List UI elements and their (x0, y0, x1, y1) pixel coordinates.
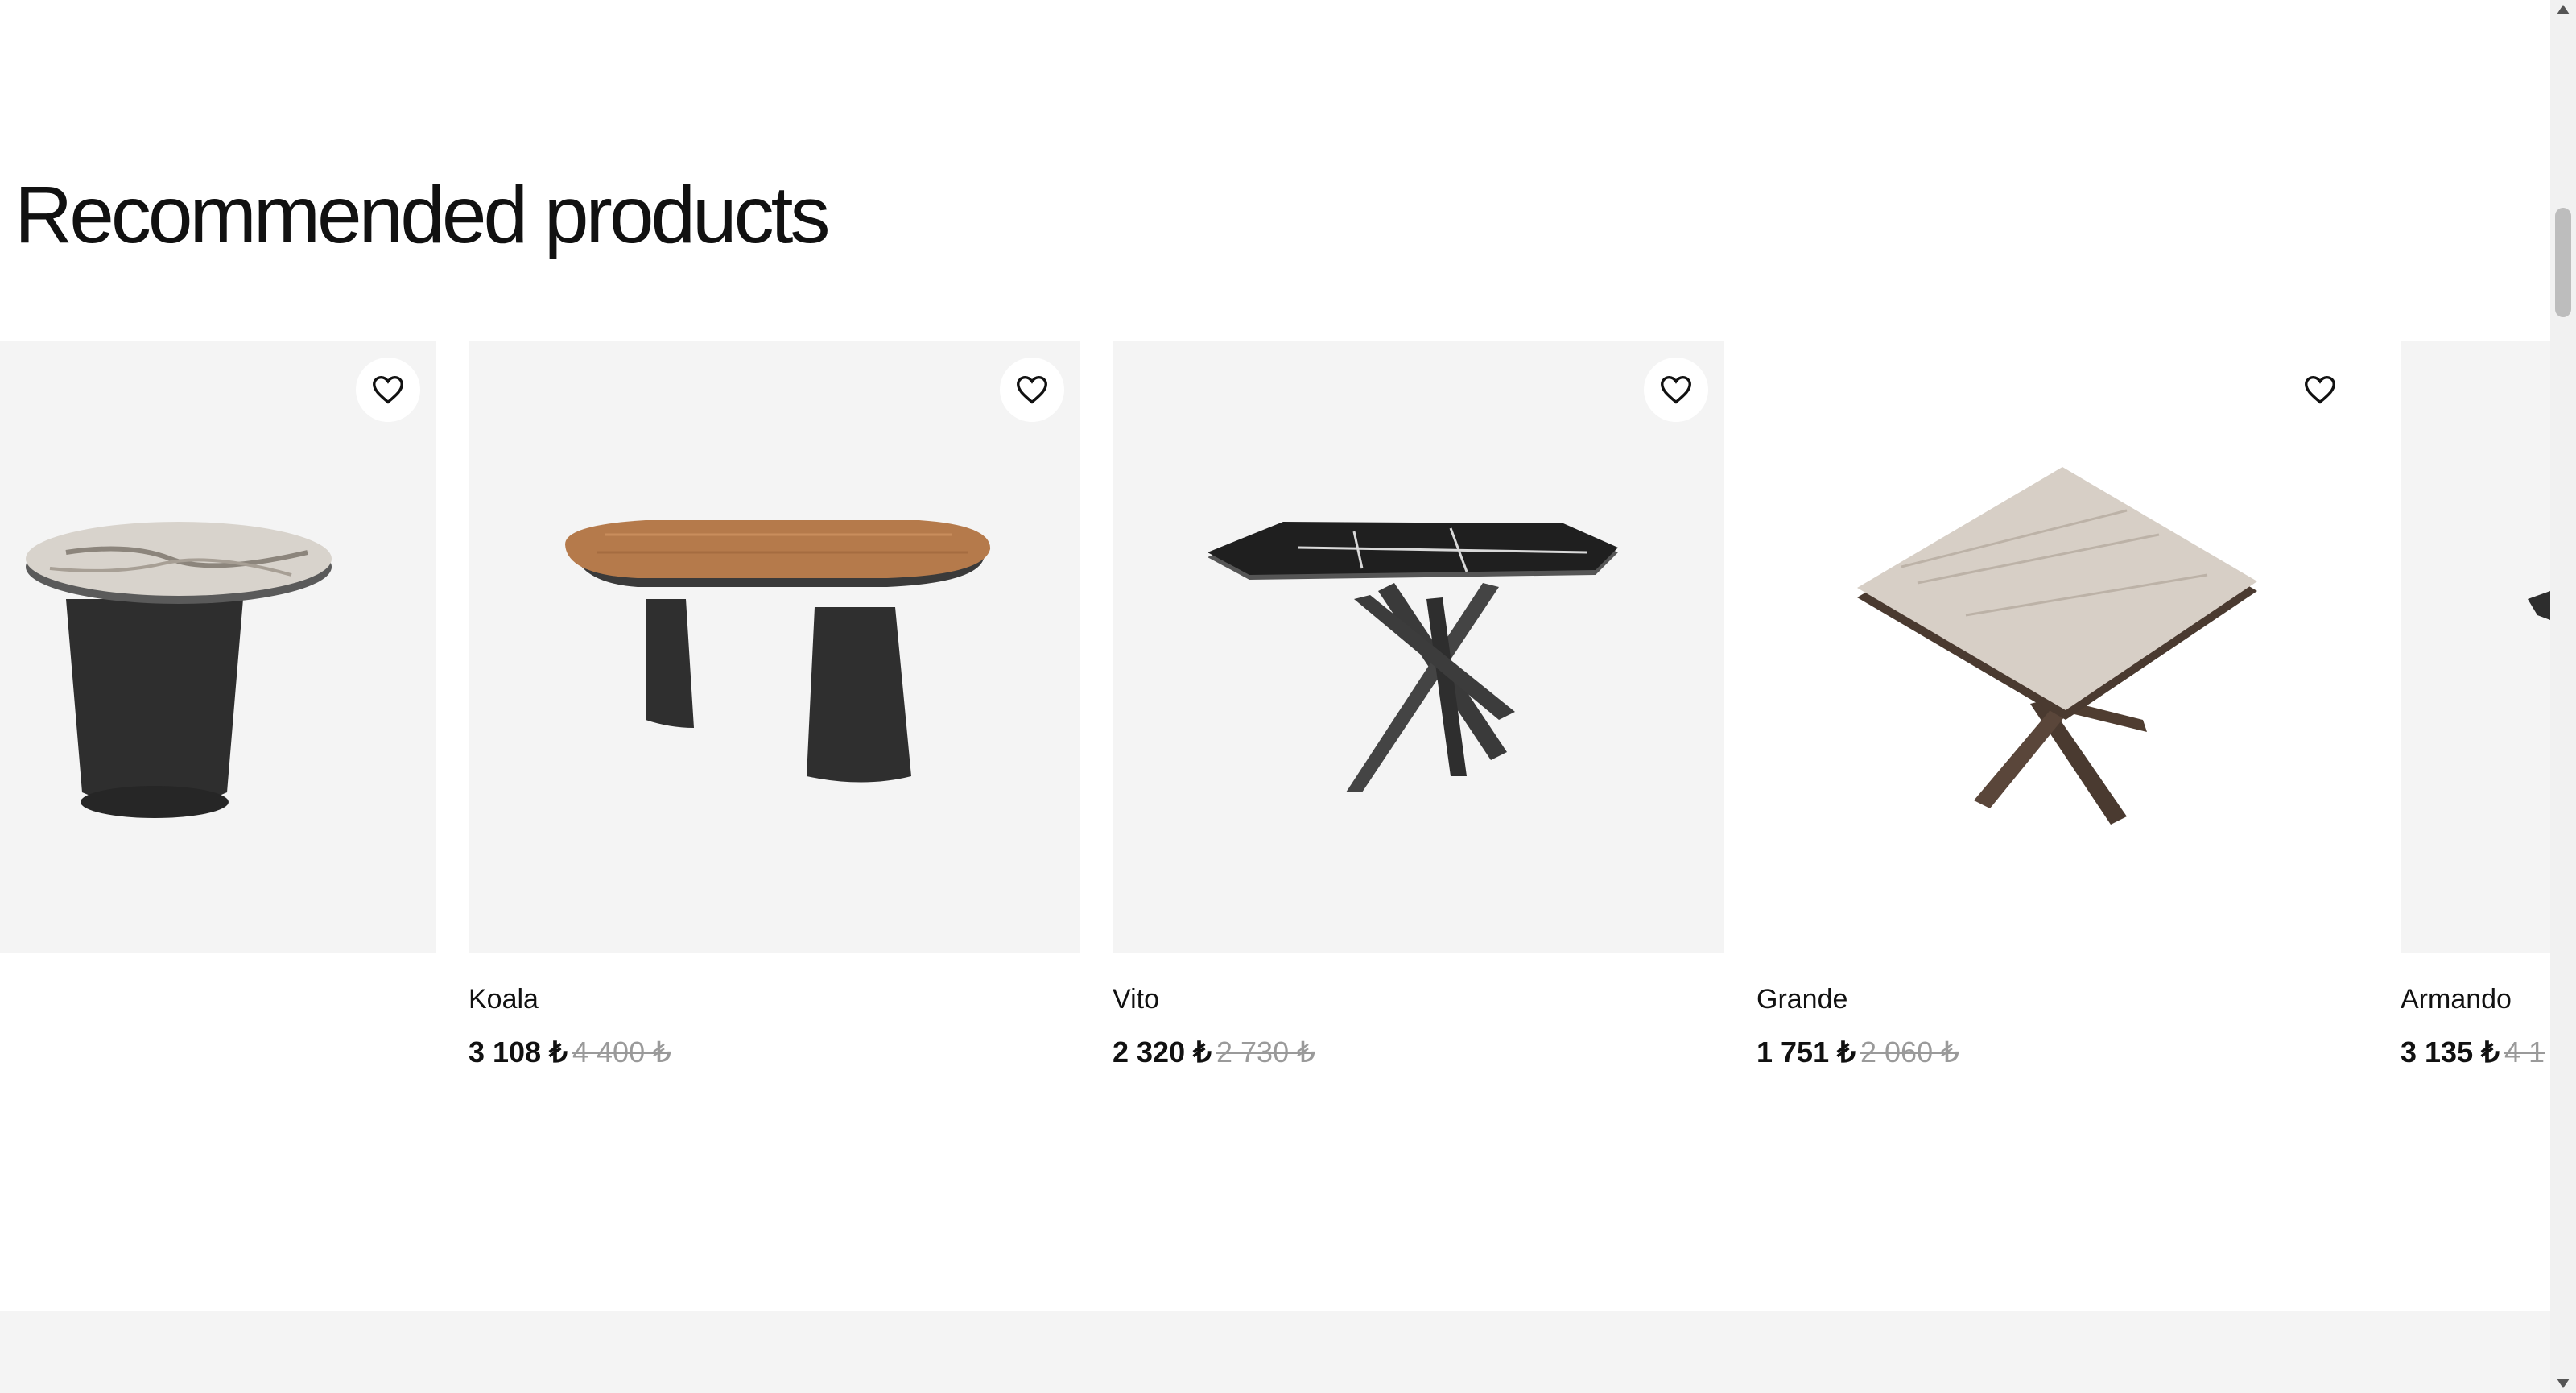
product-price: 1 751 ₺ (1757, 1035, 1856, 1069)
product-prices: 2 320 ₺ 2 730 ₺ (1113, 1035, 1315, 1069)
product-card[interactable]: 0 ₺ (0, 341, 436, 953)
vertical-scrollbar[interactable] (2550, 0, 2576, 1393)
product-price: 3 135 ₺ (2401, 1035, 2500, 1069)
heart-outline-icon (373, 375, 403, 404)
oval-wood-table-illustration (565, 520, 991, 783)
product-image[interactable] (2401, 341, 2550, 953)
product-image[interactable] (0, 341, 436, 953)
scroll-up-arrow-icon[interactable] (2557, 5, 2570, 14)
footer-section (0, 1311, 2550, 1393)
product-card[interactable]: Armando 3 135 ₺ 4 1 (2401, 341, 2550, 1069)
table-illustration-partial (2528, 591, 2550, 620)
product-name[interactable]: Koala (469, 984, 539, 1015)
product-price: 2 320 ₺ (1113, 1035, 1212, 1069)
product-prices: 3 135 ₺ 4 1 (2401, 1035, 2545, 1069)
product-old-price: 2 060 ₺ (1860, 1035, 1959, 1069)
scroll-down-arrow-icon[interactable] (2557, 1379, 2570, 1388)
favorite-button[interactable] (1644, 358, 1708, 422)
product-prices: 3 108 ₺ 4 400 ₺ (469, 1035, 671, 1069)
product-old-price: 4 1 (2504, 1035, 2545, 1069)
heart-outline-icon (2305, 375, 2335, 404)
product-old-price: 2 730 ₺ (1216, 1035, 1315, 1069)
favorite-button[interactable] (356, 358, 420, 422)
product-prices: 1 751 ₺ 2 060 ₺ (1757, 1035, 1959, 1069)
heart-outline-icon (1661, 375, 1691, 404)
favorite-button[interactable] (2288, 358, 2352, 422)
product-card[interactable]: Koala 3 108 ₺ 4 400 ₺ (469, 341, 1080, 1069)
product-image[interactable] (1113, 341, 1724, 953)
product-name[interactable]: Armando (2401, 984, 2512, 1015)
favorite-button[interactable] (1000, 358, 1064, 422)
round-table-illustration (26, 522, 332, 818)
product-card[interactable]: Grande 1 751 ₺ 2 060 ₺ (1757, 341, 2368, 1069)
product-price: 3 108 ₺ (469, 1035, 568, 1069)
scrollbar-thumb[interactable] (2555, 208, 2571, 317)
square-travertine-table-illustration (1857, 467, 2257, 825)
heart-outline-icon (1017, 375, 1047, 404)
product-carousel[interactable]: 0 ₺ Koala (0, 341, 2550, 1114)
section-title: Recommended products (14, 170, 830, 260)
product-old-price: 4 400 ₺ (572, 1035, 671, 1069)
product-name[interactable]: Vito (1113, 984, 1159, 1015)
product-name[interactable]: Grande (1757, 984, 1847, 1015)
square-black-marble-table-illustration (1208, 522, 1618, 792)
product-card[interactable]: Vito 2 320 ₺ 2 730 ₺ (1113, 341, 1724, 1069)
product-image[interactable] (1757, 341, 2368, 953)
page: Recommended products Koala 3 108 ₺ 4 400… (0, 0, 2550, 1393)
product-image[interactable] (469, 341, 1080, 953)
